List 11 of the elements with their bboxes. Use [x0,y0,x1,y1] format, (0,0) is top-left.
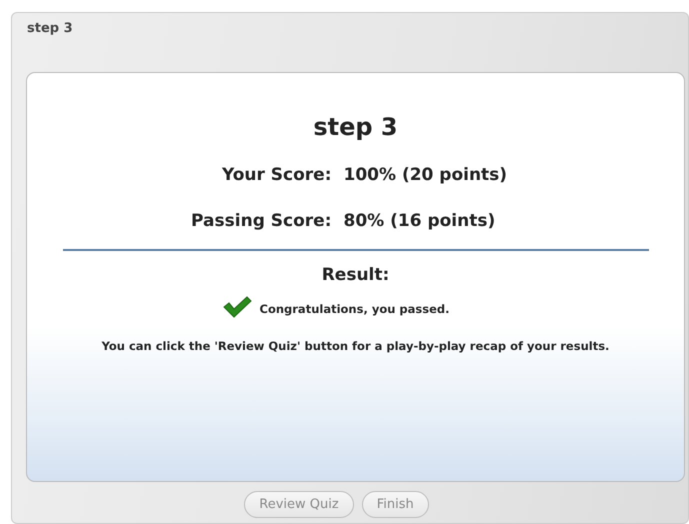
review-note: You can click the 'Review Quiz' button for a play-by-play recap of your results. [102,339,610,353]
result-label: Result: [322,265,390,285]
result-message: Congratulations, you passed. [260,302,450,316]
score-label: Passing Score: [190,211,332,231]
score-label: Your Score: [220,165,332,185]
window-title: step 3 [27,21,73,36]
score-value: 100% (20 points) [344,165,508,185]
score-value: 80% (16 points) [344,211,496,231]
result-heading: step 3 [313,113,398,141]
finish-button[interactable]: Finish [362,491,429,518]
review-quiz-button[interactable]: Review Quiz [244,491,354,518]
